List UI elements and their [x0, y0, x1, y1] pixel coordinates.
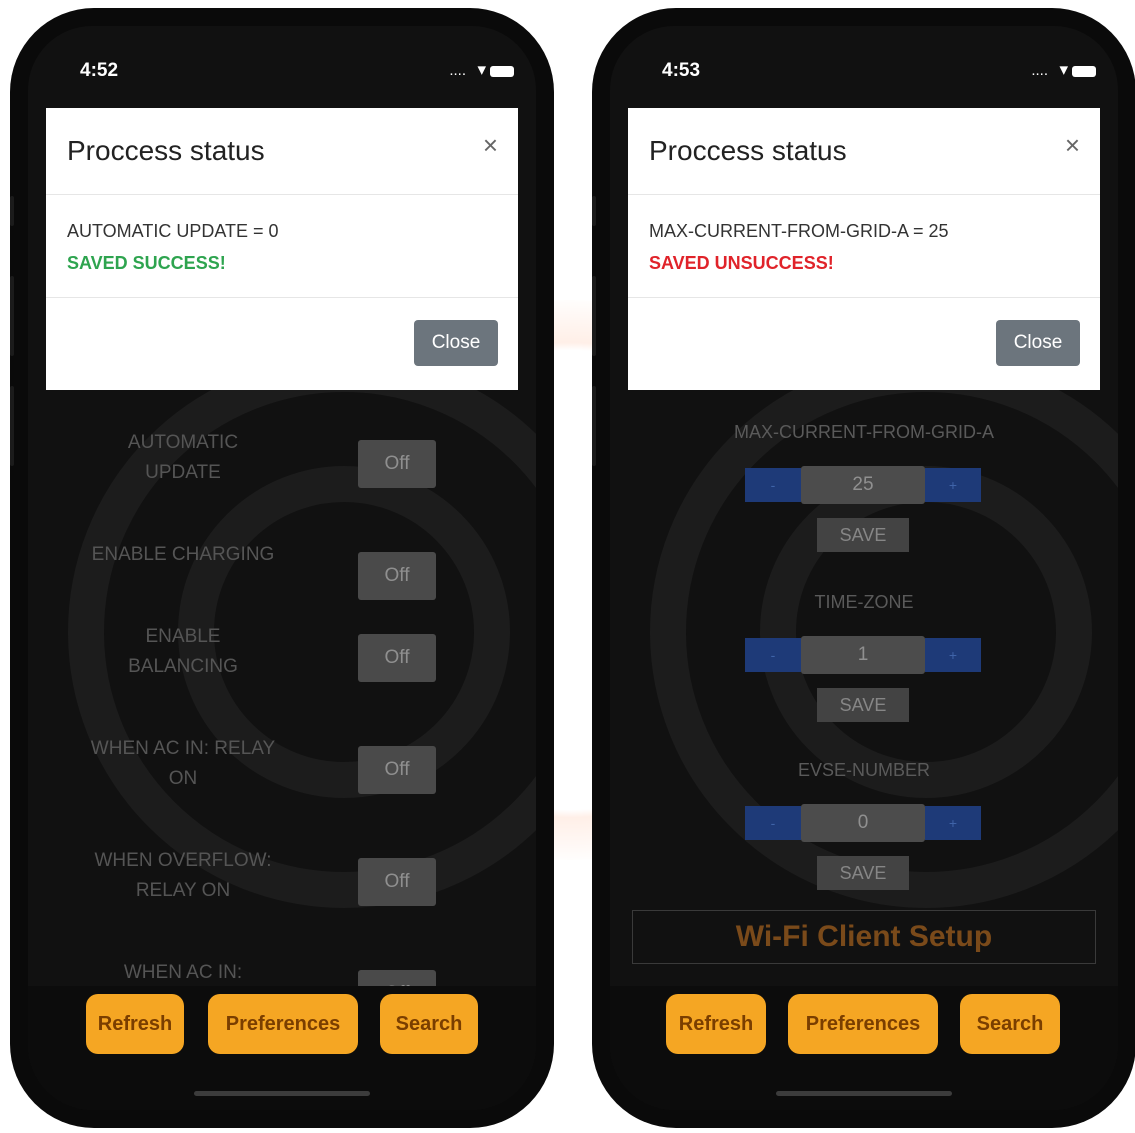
search-button[interactable]: Search	[380, 994, 478, 1054]
automatic-update-toggle[interactable]: Off	[358, 440, 436, 488]
setting-label: ENABLE BALANCING	[128, 626, 238, 677]
time-zone-input[interactable]: 1	[801, 636, 925, 674]
background-ring	[760, 466, 1092, 798]
setting-label: ENABLE CHARGING	[91, 544, 275, 565]
battery-icon	[1072, 66, 1096, 77]
save-max-current-button[interactable]: SAVE	[817, 518, 909, 552]
preferences-button[interactable]: Preferences	[208, 994, 358, 1054]
preferences-button[interactable]: Preferences	[788, 994, 938, 1054]
setting-label: WHEN AC IN: RELAY ON	[90, 738, 276, 789]
side-button	[592, 386, 596, 466]
home-indicator[interactable]	[194, 1091, 370, 1096]
refresh-button[interactable]: Refresh	[666, 994, 766, 1054]
increment-button[interactable]: +	[925, 468, 981, 502]
max-current-input[interactable]: 25	[801, 466, 925, 504]
screen: 4:52 .... ▾ AUTOMATIC UPDATE Off ENABLE C…	[28, 26, 536, 1110]
modal-footer: Close	[46, 298, 518, 390]
close-icon[interactable]: ×	[483, 130, 498, 161]
signal-icon: ....	[449, 62, 466, 79]
increment-button[interactable]: +	[925, 806, 981, 840]
evse-number-input[interactable]: 0	[801, 804, 925, 842]
time-zone-stepper: - 1 +	[745, 636, 981, 674]
max-current-stepper: - 25 +	[745, 466, 981, 504]
modal-title: Proccess status	[649, 135, 847, 166]
setting-label: WHEN AC IN:	[123, 962, 243, 983]
modal-body: MAX-CURRENT-FROM-GRID-A = 25 SAVED UNSUC…	[628, 195, 1100, 298]
wifi-client-setup-button[interactable]: Wi-Fi Client Setup	[632, 910, 1096, 964]
side-button	[10, 196, 14, 226]
status-message: MAX-CURRENT-FROM-GRID-A = 25	[649, 221, 949, 241]
enable-balancing-toggle[interactable]: Off	[358, 634, 436, 682]
status-result: SAVED UNSUCCESS!	[649, 253, 834, 273]
phone-left: 4:52 .... ▾ AUTOMATIC UPDATE Off ENABLE C…	[10, 8, 554, 1128]
side-button	[10, 386, 14, 466]
clock: 4:52	[80, 60, 119, 81]
process-status-modal: Proccess status × MAX-CURRENT-FROM-GRID-…	[628, 108, 1100, 390]
clock: 4:53	[662, 60, 701, 81]
side-button	[592, 276, 596, 356]
status-message: AUTOMATIC UPDATE = 0	[67, 221, 279, 241]
wifi-icon: ▾	[1059, 60, 1068, 79]
evse-number-stepper: - 0 +	[745, 804, 981, 842]
screen: 4:53 .... ▾ MAX-CURRENT-FROM-GRID-A - 25…	[610, 26, 1118, 1110]
status-bar: 4:53 .... ▾	[610, 60, 1118, 90]
setting-row-overflow-relay: WHEN OVERFLOW: RELAY ON Off	[28, 844, 536, 914]
setting-row-enable-charging: ENABLE CHARGING Off	[28, 538, 536, 608]
side-button	[10, 276, 14, 356]
setting-label: WHEN OVERFLOW: RELAY ON	[94, 850, 272, 901]
battery-icon	[490, 66, 514, 77]
close-button[interactable]: Close	[996, 320, 1080, 366]
enable-charging-toggle[interactable]: Off	[358, 552, 436, 600]
decrement-button[interactable]: -	[745, 806, 801, 840]
field-label-evse-number: EVSE-NUMBER	[797, 760, 931, 780]
modal-footer: Close	[628, 298, 1100, 390]
save-time-zone-button[interactable]: SAVE	[817, 688, 909, 722]
close-icon[interactable]: ×	[1065, 130, 1080, 161]
search-button[interactable]: Search	[960, 994, 1060, 1054]
status-bar: 4:52 .... ▾	[28, 60, 536, 90]
signal-icon: ....	[1031, 62, 1048, 79]
setting-row-enable-balancing: ENABLE BALANCING Off	[28, 620, 536, 690]
side-button	[592, 196, 596, 226]
increment-button[interactable]: +	[925, 638, 981, 672]
modal-header: Proccess status ×	[628, 108, 1100, 195]
decrement-button[interactable]: -	[745, 638, 801, 672]
field-label-max-current: MAX-CURRENT-FROM-GRID-A	[734, 422, 994, 442]
modal-body: AUTOMATIC UPDATE = 0 SAVED SUCCESS!	[46, 195, 518, 298]
setting-row-automatic-update: AUTOMATIC UPDATE Off	[28, 426, 536, 496]
home-indicator[interactable]	[776, 1091, 952, 1096]
process-status-modal: Proccess status × AUTOMATIC UPDATE = 0 S…	[46, 108, 518, 390]
modal-title: Proccess status	[67, 135, 265, 166]
wifi-icon: ▾	[477, 60, 486, 79]
setting-label: AUTOMATIC UPDATE	[127, 432, 239, 483]
overflow-relay-toggle[interactable]: Off	[358, 858, 436, 906]
modal-header: Proccess status ×	[46, 108, 518, 195]
phone-right: 4:53 .... ▾ MAX-CURRENT-FROM-GRID-A - 25…	[592, 8, 1135, 1128]
refresh-button[interactable]: Refresh	[86, 994, 184, 1054]
setting-row-ac-in-relay: WHEN AC IN: RELAY ON Off	[28, 732, 536, 802]
save-evse-number-button[interactable]: SAVE	[817, 856, 909, 890]
ac-in-relay-toggle[interactable]: Off	[358, 746, 436, 794]
field-label-time-zone: TIME-ZONE	[814, 592, 914, 612]
status-result: SAVED SUCCESS!	[67, 253, 226, 273]
close-button[interactable]: Close	[414, 320, 498, 366]
decrement-button[interactable]: -	[745, 468, 801, 502]
